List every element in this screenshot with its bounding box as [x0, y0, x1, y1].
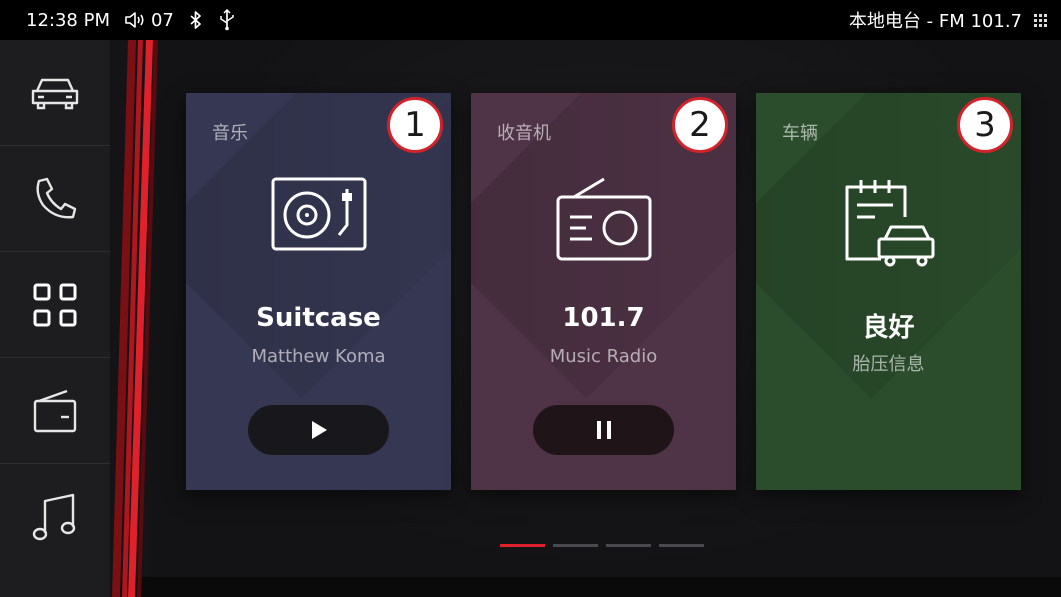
sidebar-item-phone[interactable]: [0, 146, 110, 252]
card-label: 收音机: [497, 123, 551, 144]
radio-icon: [33, 389, 77, 432]
turntable-icon: [271, 177, 366, 251]
pause-button[interactable]: [533, 405, 674, 455]
card-label: 音乐: [212, 123, 248, 144]
now-playing-text[interactable]: 本地电台 - FM 101.7: [849, 7, 1022, 33]
status-bar: 12:38 PM 07 本地电台 - FM 101.7: [0, 0, 1061, 40]
page-dot-4[interactable]: [659, 544, 704, 547]
bluetooth-icon: [190, 11, 201, 29]
music-note-icon: [32, 493, 76, 541]
sidebar: [0, 40, 110, 597]
volume-level: 07: [150, 9, 174, 31]
bottom-strip: [120, 577, 1061, 597]
radio-card[interactable]: 收音机 2 101.7 Music Radio: [471, 93, 736, 490]
usb-icon: [220, 9, 234, 31]
card-label: 车辆: [782, 123, 818, 144]
card-badge: 2: [672, 97, 728, 153]
sidebar-item-radio[interactable]: [0, 358, 110, 464]
play-icon: [311, 421, 327, 439]
page-dot-1[interactable]: [500, 544, 545, 547]
menu-grid-icon[interactable]: [1034, 13, 1047, 27]
music-card[interactable]: 音乐 1 Suitcase Matthew Koma: [186, 93, 451, 490]
page-indicator: [500, 544, 704, 547]
status-time: 12:38 PM: [26, 9, 110, 31]
pause-icon: [596, 421, 611, 439]
sidebar-item-music[interactable]: [0, 464, 110, 570]
volume-indicator[interactable]: 07: [124, 10, 174, 31]
track-artist: Matthew Koma: [251, 346, 386, 367]
vehicle-card[interactable]: 车辆 3 良好 胎压信息: [756, 93, 1021, 490]
card-badge: 1: [387, 97, 443, 153]
car-icon: [31, 78, 79, 109]
tire-pressure-status: 良好: [862, 313, 915, 343]
speaker-icon: [125, 12, 144, 28]
play-button[interactable]: [248, 405, 389, 455]
track-title: Suitcase: [256, 303, 381, 333]
station-name: Music Radio: [549, 346, 658, 367]
sidebar-item-apps[interactable]: [0, 252, 110, 358]
station-frequency: 101.7: [562, 303, 645, 333]
vehicle-report-icon: [845, 180, 934, 267]
page-dot-2[interactable]: [553, 544, 598, 547]
tire-pressure-label: 胎压信息: [852, 354, 925, 375]
apps-grid-icon: [33, 283, 77, 326]
sidebar-item-vehicle[interactable]: [0, 40, 110, 146]
phone-icon: [36, 177, 77, 218]
status-right: 本地电台 - FM 101.7: [849, 7, 1047, 33]
decorative-stripes: [112, 40, 158, 597]
status-left: 12:38 PM 07: [26, 9, 236, 31]
radio-icon: [556, 177, 651, 261]
card-badge: 3: [957, 97, 1013, 153]
page-dot-3[interactable]: [606, 544, 651, 547]
